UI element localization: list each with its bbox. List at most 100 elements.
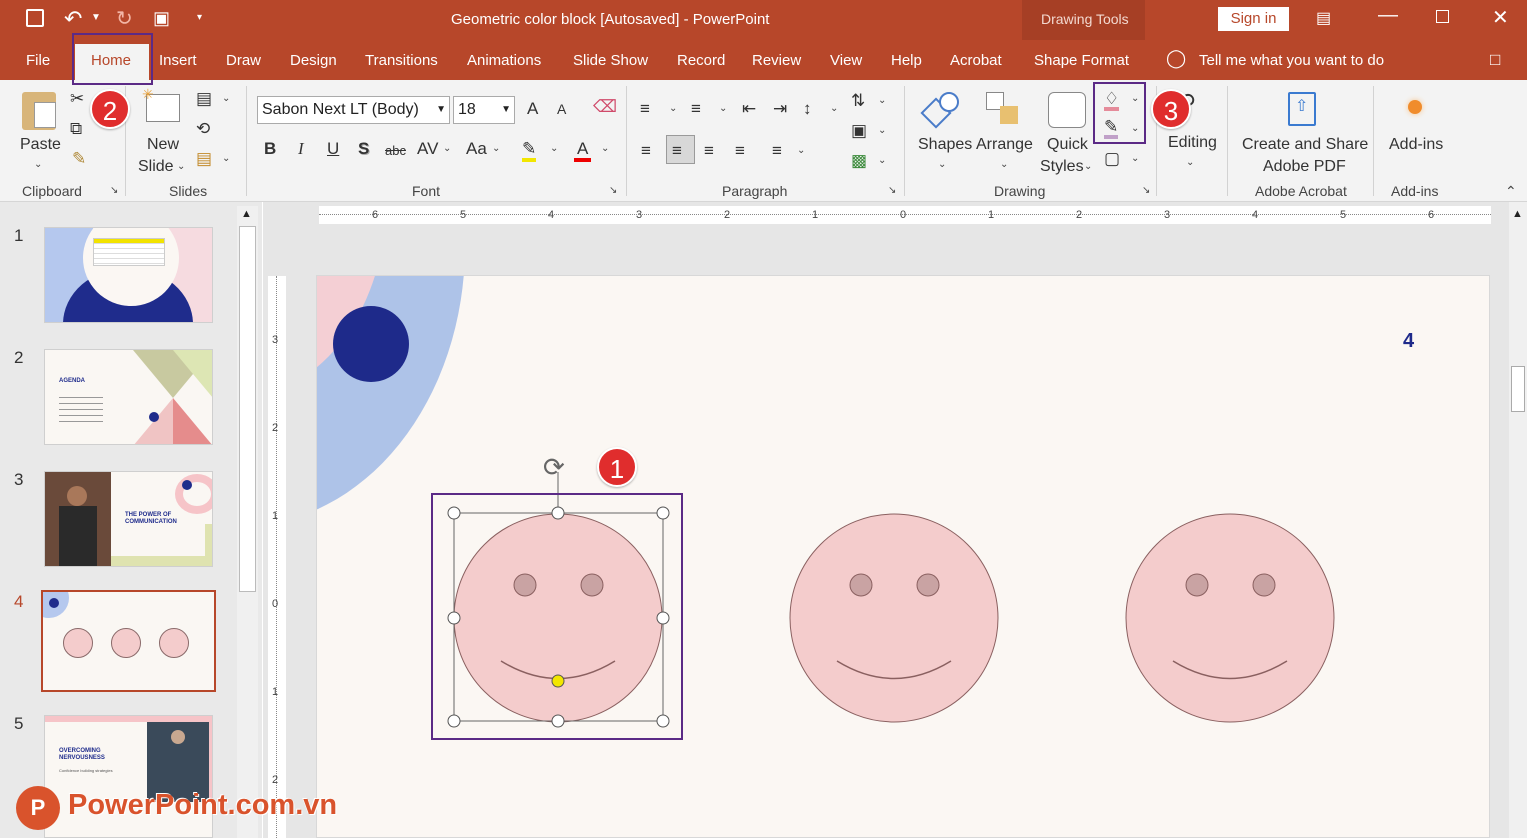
bullets-icon[interactable]: ≡ — [640, 100, 650, 117]
paste-icon[interactable] — [22, 92, 56, 130]
font-name-dropdown-icon[interactable]: ▼ — [436, 104, 446, 115]
layout-dropdown-icon[interactable]: ⌄ — [222, 94, 230, 104]
quick-styles-icon[interactable] — [1048, 92, 1086, 128]
tab-transitions[interactable]: Transitions — [365, 52, 438, 69]
line-spacing-dropdown-icon[interactable]: ⌄ — [830, 104, 838, 114]
increase-font-icon[interactable]: A — [527, 100, 538, 117]
quick-styles-button[interactable]: Quick — [1047, 136, 1088, 154]
arrange-dropdown-icon[interactable]: ⌄ — [1000, 160, 1008, 170]
tab-draw[interactable]: Draw — [226, 52, 261, 69]
line-spacing-icon[interactable]: ↕ — [803, 100, 812, 117]
section-icon[interactable]: ▤ — [196, 150, 212, 167]
arrange-icon[interactable] — [986, 92, 1020, 126]
redo-icon[interactable]: ↻ — [116, 6, 133, 31]
chevron-down-icon[interactable]: ▼ — [91, 12, 101, 23]
text-direction-dropdown-icon[interactable]: ⌄ — [878, 96, 886, 106]
thumbnail-scrollbar[interactable]: ▲ — [237, 206, 258, 838]
sign-in-button[interactable]: Sign in — [1218, 7, 1289, 31]
add-ins-icon[interactable] — [1408, 100, 1422, 114]
dialog-launcher-icon[interactable]: ↘ — [888, 186, 896, 196]
comments-icon[interactable]: □ — [1490, 50, 1500, 70]
editing-button[interactable]: Editing — [1168, 134, 1217, 152]
increase-indent-icon[interactable]: ⇥ — [773, 100, 787, 117]
tab-help[interactable]: Help — [891, 52, 922, 69]
highlight-dropdown-icon[interactable]: ⌄ — [550, 144, 558, 154]
tab-acrobat[interactable]: Acrobat — [950, 52, 1002, 69]
smiley-face-3[interactable] — [1125, 513, 1335, 723]
case-dropdown-icon[interactable]: ⌄ — [492, 144, 500, 154]
smiley-face-2[interactable] — [789, 513, 999, 723]
arrange-button[interactable]: Arrange — [976, 136, 1033, 154]
decrease-indent-icon[interactable]: ⇤ — [742, 100, 756, 117]
font-name-combo[interactable]: Sabon Next LT (Body) ▼ — [257, 96, 450, 124]
minimize-icon[interactable]: — — [1378, 4, 1398, 27]
shape-effects-dropdown-icon[interactable]: ⌄ — [1131, 154, 1139, 164]
shadow-icon[interactable]: S — [358, 140, 369, 157]
font-color-dropdown-icon[interactable]: ⌄ — [601, 144, 609, 154]
smartart-icon[interactable]: ▩ — [851, 152, 867, 169]
tab-file[interactable]: File — [26, 52, 50, 69]
presentation-icon[interactable]: ▣ — [153, 8, 170, 29]
tab-view[interactable]: View — [830, 52, 862, 69]
columns-dropdown-icon[interactable]: ⌄ — [797, 146, 805, 156]
paste-dropdown-icon[interactable]: ⌄ — [34, 160, 42, 170]
numbering-dropdown-icon[interactable]: ⌄ — [719, 104, 727, 114]
ribbon-display-icon[interactable]: ▤ — [1316, 8, 1331, 28]
justify-icon[interactable]: ≡ — [735, 142, 745, 159]
rotate-handle-icon[interactable]: ⟳ — [543, 452, 565, 483]
new-slide-dropdown-icon[interactable]: ⌄ — [177, 162, 185, 172]
editor-scroll-thumb[interactable] — [1511, 366, 1525, 412]
thumbnail-scroll-thumb[interactable] — [239, 226, 256, 592]
tab-record[interactable]: Record — [677, 52, 725, 69]
italic-icon[interactable]: I — [298, 140, 304, 157]
align-right-icon[interactable]: ≡ — [704, 142, 714, 159]
font-size-combo[interactable]: 18 ▼ — [453, 96, 515, 124]
new-slide-button[interactable]: New — [147, 136, 179, 154]
shape-effects-icon[interactable]: ▢ — [1104, 150, 1120, 167]
tab-slide-show[interactable]: Slide Show — [573, 52, 648, 69]
text-direction-icon[interactable]: ⇅ — [851, 92, 865, 109]
save-icon[interactable] — [26, 9, 44, 27]
align-text-dropdown-icon[interactable]: ⌄ — [878, 126, 886, 136]
align-text-icon[interactable]: ▣ — [851, 122, 867, 139]
undo-icon[interactable]: ↶ — [64, 6, 82, 32]
dialog-launcher-icon[interactable]: ↘ — [1142, 186, 1150, 196]
layout-icon[interactable]: ▤ — [196, 90, 212, 107]
reset-icon[interactable]: ⟲ — [196, 120, 210, 137]
strikethrough-icon[interactable]: abc — [385, 144, 406, 157]
slide-thumbnail-4-selected[interactable] — [41, 590, 216, 692]
highlight-color-icon[interactable]: ✎ — [522, 140, 537, 162]
tab-animations[interactable]: Animations — [467, 52, 541, 69]
editor-scrollbar[interactable]: ▲ — [1509, 202, 1527, 838]
maximize-icon[interactable] — [1436, 10, 1449, 23]
tab-review[interactable]: Review — [752, 52, 801, 69]
bold-icon[interactable]: B — [264, 140, 276, 157]
tab-design[interactable]: Design — [290, 52, 337, 69]
change-case-icon[interactable]: Aa — [466, 140, 487, 157]
quick-styles-dropdown-icon[interactable]: ⌄ — [1084, 162, 1092, 172]
section-dropdown-icon[interactable]: ⌄ — [222, 154, 230, 164]
clear-formatting-icon[interactable]: ⌫ — [593, 98, 617, 115]
bullets-dropdown-icon[interactable]: ⌄ — [669, 104, 677, 114]
character-spacing-icon[interactable]: AV — [417, 140, 438, 157]
quick-styles-button-line2[interactable]: Styles — [1040, 158, 1084, 176]
align-left-icon[interactable]: ≡ — [641, 142, 651, 159]
shapes-button[interactable]: Shapes — [918, 136, 972, 154]
slide-thumbnail-1[interactable] — [44, 227, 213, 323]
dialog-launcher-icon[interactable]: ↘ — [110, 186, 118, 196]
format-painter-icon[interactable]: ✎ — [72, 150, 86, 167]
tab-shape-format[interactable]: Shape Format — [1034, 52, 1129, 69]
font-color-icon[interactable]: A — [574, 140, 592, 162]
shapes-dropdown-icon[interactable]: ⌄ — [938, 160, 946, 170]
numbering-icon[interactable]: ≡ — [691, 100, 701, 117]
create-share-pdf-button[interactable]: Create and Share — [1242, 136, 1368, 154]
underline-icon[interactable]: U — [327, 140, 339, 157]
columns-icon[interactable]: ≡ — [772, 142, 782, 159]
scroll-up-icon[interactable]: ▲ — [1512, 208, 1523, 220]
paste-button[interactable]: Paste — [20, 136, 61, 154]
align-center-icon[interactable]: ≡ — [672, 142, 682, 159]
copy-icon[interactable]: ⧉ — [70, 120, 82, 137]
editing-dropdown-icon[interactable]: ⌄ — [1186, 158, 1194, 168]
decrease-font-icon[interactable]: A — [557, 102, 566, 116]
new-slide-button-line2[interactable]: Slide — [138, 158, 174, 176]
